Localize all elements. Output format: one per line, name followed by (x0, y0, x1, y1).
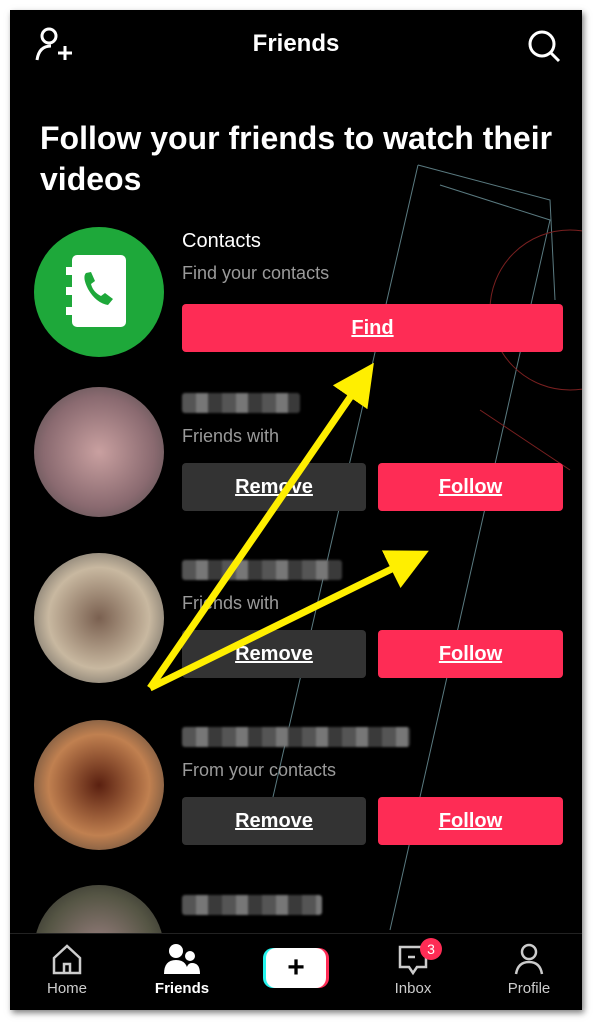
plus-icon: + (266, 948, 326, 988)
create-button[interactable]: + (263, 948, 329, 988)
arrow-to-find (147, 362, 374, 690)
nav-friends-label: Friends (154, 980, 210, 997)
nav-home-label: Home (46, 980, 87, 997)
nav-profile-label: Profile (507, 980, 551, 997)
nav-profile[interactable]: Profile (484, 942, 574, 997)
nav-inbox[interactable]: 3 Inbox (368, 938, 458, 997)
nav-home[interactable]: Home (22, 942, 112, 997)
arrow-to-follow (148, 550, 429, 692)
inbox-badge: 3 (420, 938, 442, 960)
nav-friends[interactable]: Friends (137, 942, 227, 997)
bottom-nav: Home Friends + 3 Inbox Profile (10, 933, 582, 1010)
nav-inbox-label: Inbox (394, 980, 432, 997)
phone-screen: Friends Follow your friends to watch the… (10, 10, 582, 1010)
home-icon (52, 944, 82, 975)
profile-icon (514, 943, 544, 975)
friends-icon (164, 944, 200, 974)
annotation-arrows (147, 362, 429, 692)
